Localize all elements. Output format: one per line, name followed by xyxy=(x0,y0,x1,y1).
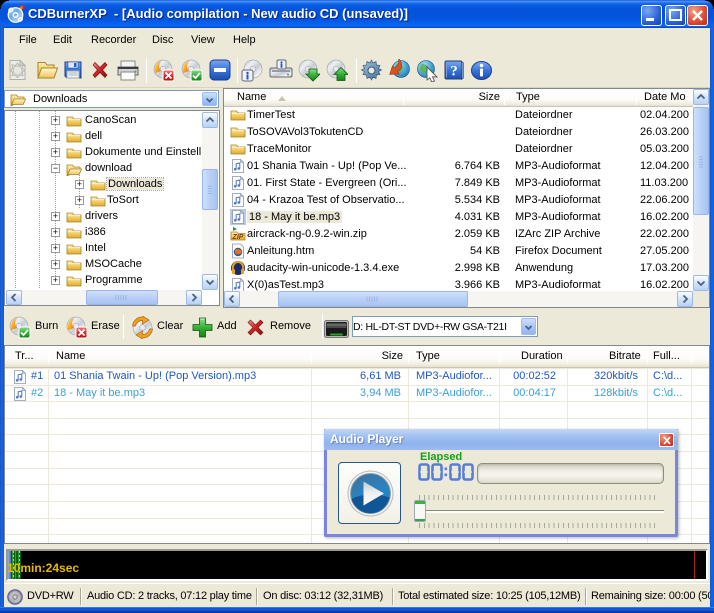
svg-text:?: ? xyxy=(450,64,458,80)
svg-text:ZIP: ZIP xyxy=(232,234,244,241)
